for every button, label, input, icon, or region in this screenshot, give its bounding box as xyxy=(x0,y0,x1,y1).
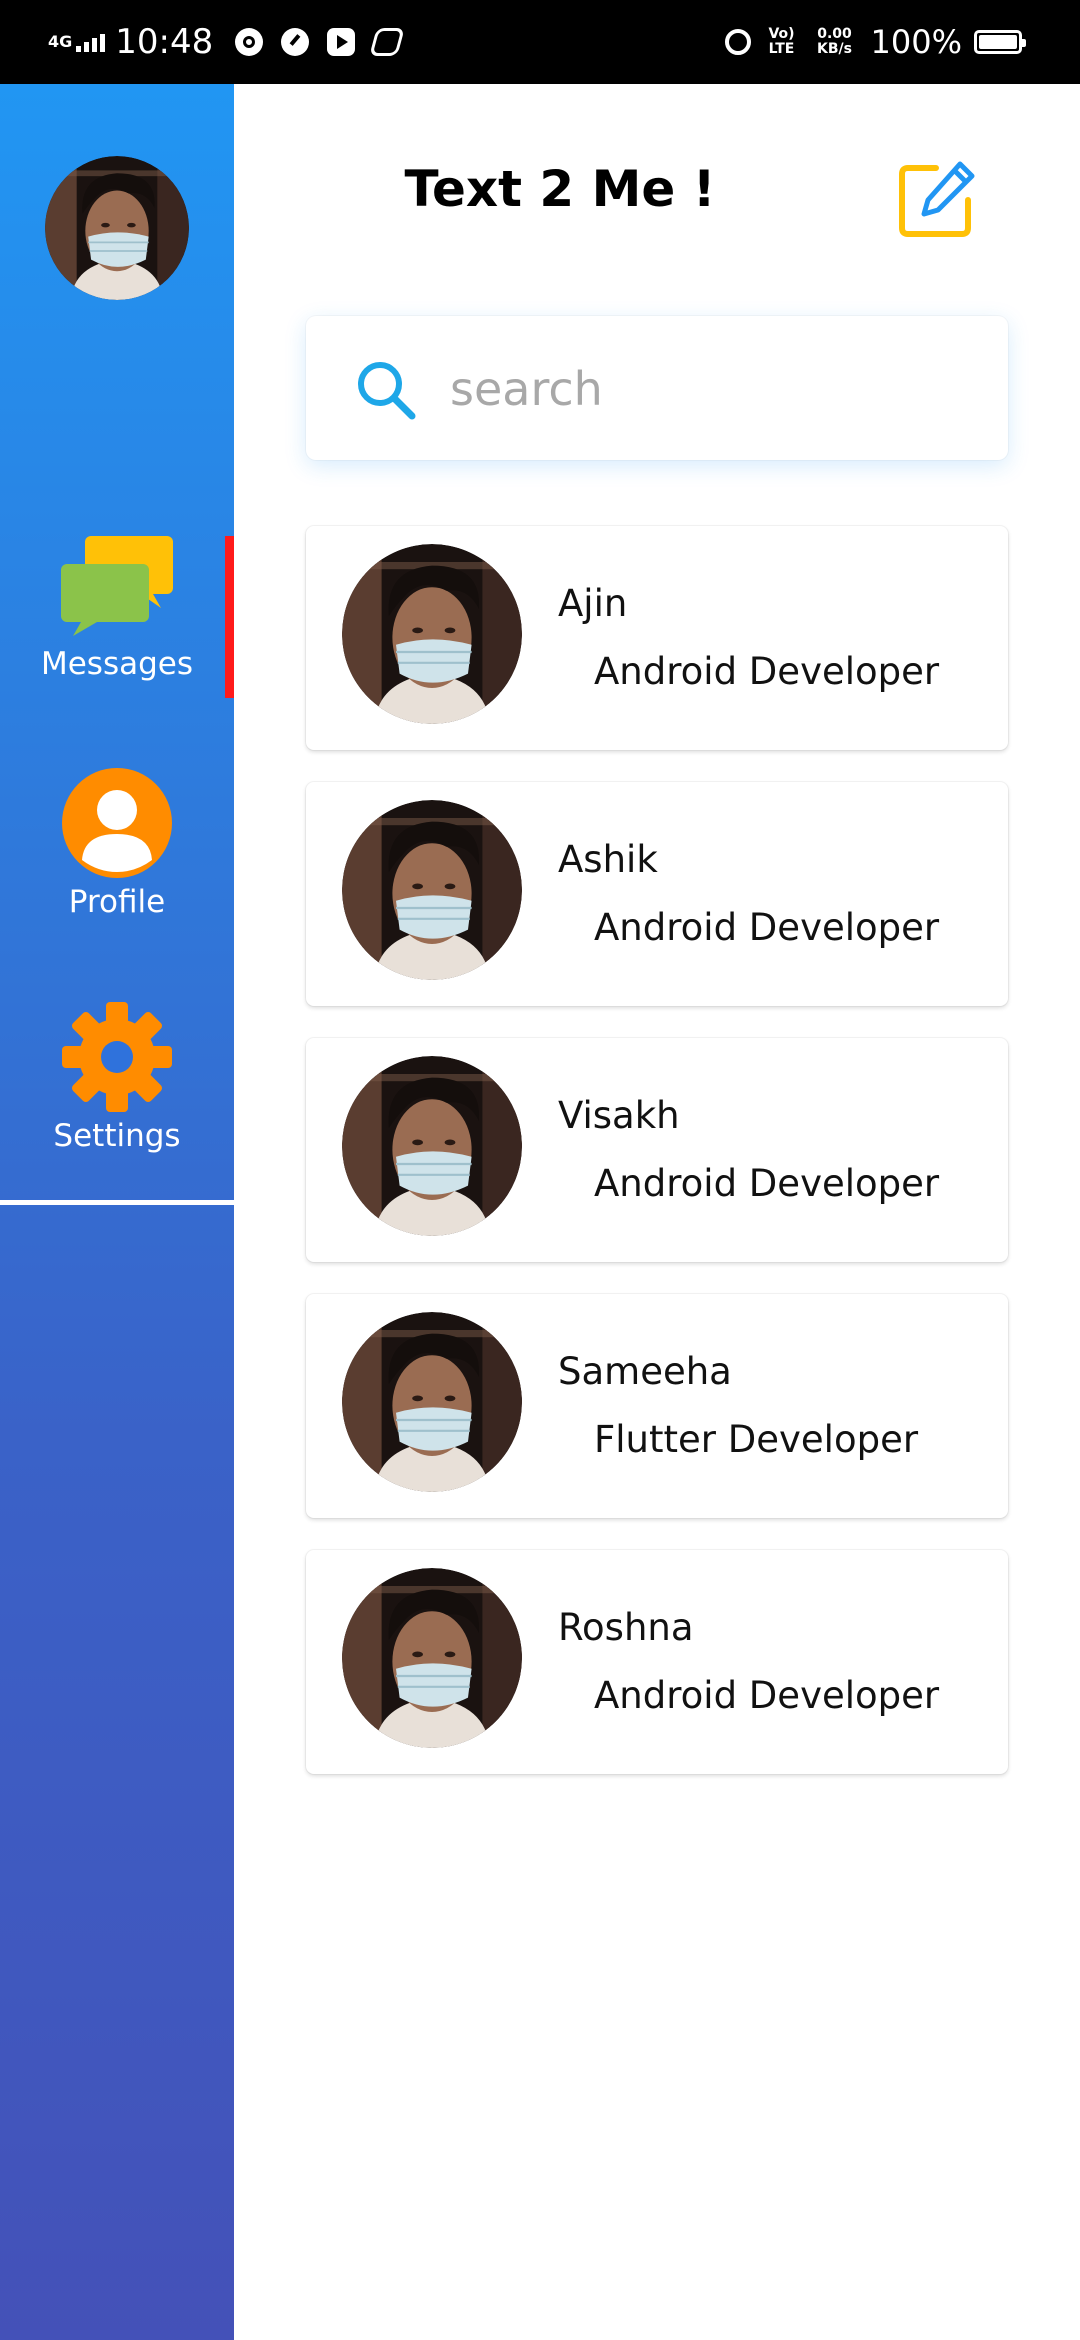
avatar xyxy=(342,1312,522,1492)
search-input[interactable] xyxy=(448,348,972,430)
network-speed: 0.00 KB/s xyxy=(817,26,852,57)
status-bar: 4G 10:48 Vo) LTE 0.00 KB/s 100% xyxy=(0,0,1080,84)
alarm-icon xyxy=(724,29,751,55)
contact-name: Visakh xyxy=(558,1094,680,1137)
list-item[interactable]: Visakh Android Developer xyxy=(306,1038,1008,1262)
speedometer-icon xyxy=(281,28,310,56)
contact-role: Android Developer xyxy=(594,1674,940,1717)
youtube-icon xyxy=(327,28,356,56)
signal-icon xyxy=(76,32,106,52)
contact-name: Sameeha xyxy=(558,1350,732,1393)
search-icon xyxy=(358,362,416,420)
page-title: Text 2 Me ! xyxy=(404,160,716,218)
gear-icon xyxy=(62,1002,172,1112)
nav-label-profile: Profile xyxy=(68,884,166,920)
chat-bubbles-icon xyxy=(61,536,173,636)
nav-item-messages[interactable]: Messages xyxy=(0,536,234,682)
whatsapp-icon xyxy=(235,28,264,56)
active-indicator xyxy=(225,536,234,698)
sidebar: Messages Profile Settings xyxy=(0,84,234,2340)
nav-item-settings[interactable]: Settings xyxy=(0,1002,234,1154)
volte-indicator: Vo) LTE xyxy=(768,26,795,57)
avatar xyxy=(342,544,522,724)
contact-role: Android Developer xyxy=(594,650,940,693)
avatar xyxy=(342,800,522,980)
list-item[interactable]: Roshna Android Developer xyxy=(306,1550,1008,1774)
contact-name: Ajin xyxy=(558,582,628,625)
user-avatar[interactable] xyxy=(45,156,189,300)
avatar xyxy=(342,1568,522,1748)
network-type: 4G xyxy=(48,32,73,51)
nav-item-profile[interactable]: Profile xyxy=(0,768,234,920)
battery-icon xyxy=(974,30,1026,54)
search-bar[interactable] xyxy=(306,316,1008,460)
list-item[interactable]: Ashik Android Developer xyxy=(306,782,1008,1006)
user-circle-icon xyxy=(62,768,172,878)
list-item[interactable]: Ajin Android Developer xyxy=(306,526,1008,750)
nav-label-settings: Settings xyxy=(53,1118,181,1154)
contact-name: Ashik xyxy=(558,838,658,881)
clock: 10:48 xyxy=(115,22,214,62)
contact-role: Android Developer xyxy=(594,1162,940,1205)
battery-percent: 100% xyxy=(870,23,962,61)
avatar xyxy=(342,1056,522,1236)
contact-role: Flutter Developer xyxy=(594,1418,919,1461)
edit-icon[interactable] xyxy=(896,160,976,240)
sidebar-divider xyxy=(0,1200,234,1205)
contact-role: Android Developer xyxy=(594,906,940,949)
contact-name: Roshna xyxy=(558,1606,694,1649)
nav-label-messages: Messages xyxy=(40,646,194,682)
list-item[interactable]: Sameeha Flutter Developer xyxy=(306,1294,1008,1518)
app-icon xyxy=(369,28,406,56)
